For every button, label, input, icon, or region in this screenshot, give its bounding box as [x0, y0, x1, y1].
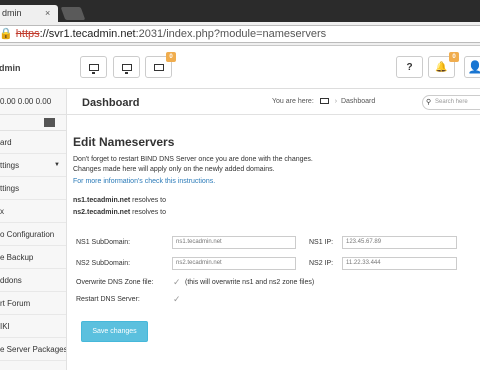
breadcrumb: You are here: › Dashboard: [272, 98, 375, 105]
overwrite-zone-checkbox[interactable]: ✓: [173, 277, 181, 288]
alerts-badge: 0: [449, 52, 459, 62]
search-input[interactable]: ⚲ Search here: [422, 95, 480, 110]
bell-icon: 🔔: [435, 61, 448, 73]
help-icon: ?: [406, 61, 413, 73]
caret-down-icon: ▼: [54, 162, 60, 168]
save-changes-button[interactable]: Save changes: [81, 321, 148, 342]
ns1-resolves-text: resolves to: [132, 197, 166, 204]
sidebar-item-label: e Backup: [0, 253, 34, 262]
breadcrumb-label: You are here:: [272, 98, 314, 105]
sidebar-item-server-packages[interactable]: e Server Packages: [0, 338, 66, 361]
overwrite-zone-label: Overwrite DNS Zone file:: [76, 279, 154, 286]
restart-dns-label: Restart DNS Server:: [76, 296, 140, 303]
sidebar-item-label: rt Forum: [0, 299, 31, 308]
breadcrumb-bar: Dashboard You are here: › Dashboard ⚲ Se…: [67, 89, 480, 115]
brand-name: dmin: [0, 63, 21, 73]
search-placeholder: Search here: [435, 99, 468, 105]
restart-dns-checkbox[interactable]: ✓: [173, 294, 181, 305]
sidebar-item-settings[interactable]: ttings ▼: [0, 154, 66, 177]
browser-toolbar: 🔒 https://svr1.tecadmin.net:2031/index.p…: [0, 22, 480, 46]
ns1-host: ns1.tecadmin.net: [73, 197, 131, 204]
ns2-subdomain-input[interactable]: ns2.tecadmin.net: [172, 257, 296, 270]
browser-tab[interactable]: dmin ×: [0, 5, 58, 22]
monitor-button[interactable]: [80, 56, 107, 78]
ns1-subdomain-input[interactable]: ns1.tecadmin.net: [172, 236, 296, 249]
url-host: ://svr1.tecadmin.net: [39, 28, 136, 40]
sidebar-item-label: x: [0, 207, 4, 216]
ns2-host: ns2.tecadmin.net: [73, 209, 131, 216]
restart-note: Don't forget to restart BIND DNS Server …: [73, 156, 313, 163]
sidebar-item-wiki[interactable]: IKI: [0, 315, 66, 338]
main-content: Edit Nameservers Don't forget to restart…: [67, 115, 480, 370]
monitor-icon[interactable]: [319, 98, 329, 104]
sidebar-item-addons[interactable]: ddons: [0, 269, 66, 292]
ns2-resolve-line: ns2.tecadmin.net resolves to: [73, 209, 166, 216]
ns1-resolve-line: ns1.tecadmin.net resolves to: [73, 197, 166, 204]
server-load: 0.00 0.00 0.00: [0, 89, 66, 115]
breadcrumb-current: Dashboard: [340, 98, 376, 105]
url-path: :2031/index.php?module=nameservers: [135, 28, 327, 40]
sidebar: 0.00 0.00 0.00 ard ttings ▼ ttings x o Co…: [0, 89, 67, 370]
monitor-icon: [88, 63, 99, 74]
ns2-ip-label: NS2 IP:: [309, 260, 334, 267]
instructions-link[interactable]: For more information's check this instru…: [73, 178, 215, 185]
monitor-icon: [121, 63, 132, 74]
lock-icon: 🔒: [0, 28, 13, 40]
ns1-ip-label: NS1 IP:: [309, 239, 334, 246]
sidebar-item-label: e Server Packages: [0, 345, 66, 354]
section-heading: Edit Nameservers: [73, 135, 175, 149]
mail-icon: [153, 63, 164, 71]
ns1-ip-input[interactable]: 123.45.67.89: [342, 236, 457, 249]
overwrite-zone-note: (this will overwrite ns1 and ns2 zone fi…: [185, 279, 315, 286]
new-tab-button[interactable]: [60, 7, 86, 20]
sidebar-item-forum[interactable]: rt Forum: [0, 292, 66, 315]
sidebar-item-label: ttings: [0, 184, 20, 193]
sidebar-item-backup[interactable]: e Backup: [0, 246, 66, 269]
ns2-subdomain-label: NS2 SubDomain:: [76, 260, 131, 267]
sidebar-item-x[interactable]: x: [0, 200, 66, 223]
ns2-resolves-text: resolves to: [132, 209, 166, 216]
browser-tab-bar: dmin ×: [0, 0, 480, 22]
ns1-subdomain-label: NS1 SubDomain:: [76, 239, 131, 246]
sidebar-item-label: ddons: [0, 276, 22, 285]
user-icon[interactable]: 👤: [464, 56, 480, 78]
address-bar[interactable]: 🔒 https://svr1.tecadmin.net:2031/index.p…: [0, 25, 480, 43]
help-button[interactable]: ?: [396, 56, 423, 78]
page-title: Dashboard: [82, 97, 140, 109]
close-icon[interactable]: ×: [45, 8, 50, 18]
instructions-line: For more information's check this instru…: [73, 178, 215, 185]
sidebar-item-configuration[interactable]: o Configuration: [0, 223, 66, 246]
breadcrumb-separator: ›: [334, 98, 338, 105]
app-header: dmin 0 ? 🔔 0 👤: [0, 47, 480, 89]
monitor-button-2[interactable]: [113, 56, 140, 78]
sidebar-toolbar: [0, 115, 66, 131]
sidebar-item-label: ttings: [0, 161, 20, 170]
notification-badge: 0: [166, 52, 176, 62]
url-scheme: https: [15, 28, 40, 40]
ns2-ip-input[interactable]: 11.22.33.444: [342, 257, 457, 270]
tab-title: dmin: [2, 8, 22, 18]
mail-button[interactable]: 0: [145, 52, 176, 78]
sidebar-item-label: IKI: [0, 322, 10, 331]
search-icon: ⚲: [426, 99, 432, 106]
sidebar-item-dashboard[interactable]: ard: [0, 131, 66, 154]
sidebar-item-label: o Configuration: [0, 230, 55, 239]
sidebar-item-label: ard: [0, 138, 12, 147]
alerts-button[interactable]: 🔔 0: [428, 52, 459, 78]
sidebar-toggle-icon[interactable]: [44, 118, 55, 127]
sidebar-item-settings-2[interactable]: ttings: [0, 177, 66, 200]
apply-note: Changes made here will apply only on the…: [73, 166, 275, 173]
